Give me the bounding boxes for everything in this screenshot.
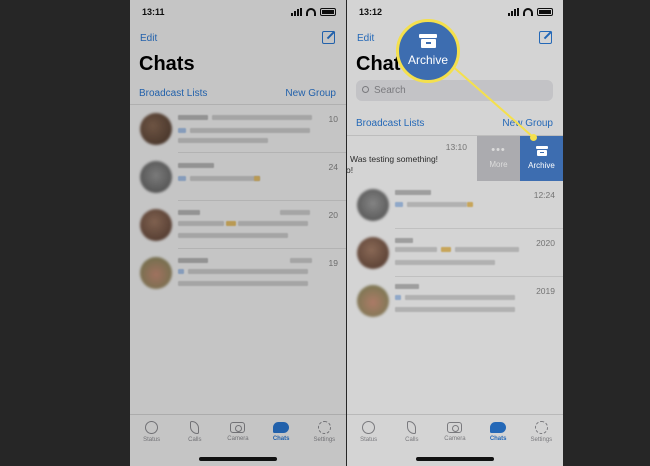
gear-icon [317,421,331,434]
page-title: Chats [139,53,195,75]
phone-icon [190,421,200,434]
avatar [140,161,172,193]
tab-status[interactable]: Status [132,415,172,466]
status-icon [362,421,376,434]
chat-row-swiped[interactable]: Was testing something! o! 13:10 [347,136,477,181]
wifi-icon [523,8,533,16]
avatar [357,237,389,269]
callout-pointer-dot [530,134,537,141]
chat-bubbles-icon [273,422,290,433]
status-bar: 13:11 [130,7,346,21]
status-icon [145,421,159,434]
more-button[interactable]: ••• More [477,136,520,181]
archive-button[interactable]: Archive [520,136,563,181]
chat-time: 20 [328,210,338,220]
chat-preview-tail: o! [347,165,354,175]
chat-time: 2020 [536,238,555,248]
edit-button[interactable]: Edit [140,33,157,44]
chat-row[interactable]: 12:24 [347,181,563,229]
left-phone-screen: 13:11 Edit Chats Broadcast Lists New Gro… [130,0,346,466]
avatar [357,285,389,317]
chat-row[interactable]: 20 [130,201,346,249]
compose-icon[interactable] [322,31,335,44]
avatar [140,113,172,145]
avatar [140,257,172,289]
new-group-link[interactable]: New Group [285,88,336,99]
battery-icon [320,8,336,16]
chat-bubbles-icon [490,422,507,433]
search-placeholder: Search [374,85,406,96]
phone-icon [407,421,417,434]
camera-icon [230,422,246,433]
archive-callout: Archive [396,19,460,83]
home-indicator [199,457,277,461]
tab-settings[interactable]: Settings [521,415,561,466]
broadcast-lists-link[interactable]: Broadcast Lists [139,88,207,99]
battery-icon [537,8,553,16]
chat-time: 13:10 [445,142,467,152]
wifi-icon [306,8,316,16]
chat-row[interactable]: 10 [130,105,346,153]
right-phone-screen: 13:12 Edit Chats Search Broadcast Lists … [347,0,563,466]
archive-box-icon [419,34,437,48]
search-input[interactable]: Search [356,80,553,101]
tab-status[interactable]: Status [349,415,389,466]
gear-icon [534,421,548,434]
signal-icon [508,8,519,16]
home-indicator [416,457,494,461]
chat-time: 10 [328,114,338,124]
chat-time: 19 [328,258,338,268]
chat-preview: Was testing something! [350,154,439,164]
ellipsis-icon: ••• [491,144,506,156]
search-icon [362,86,369,93]
callout-label: Archive [407,53,448,67]
chat-row[interactable]: 19 [130,249,346,297]
status-time: 13:11 [142,7,165,17]
chat-row[interactable]: 2020 [347,229,563,277]
edit-button[interactable]: Edit [357,33,374,44]
chat-row[interactable]: 2019 [347,277,563,325]
compose-icon[interactable] [539,31,552,44]
avatar [140,209,172,241]
status-time: 13:12 [359,7,383,17]
chat-time: 2019 [536,286,555,296]
broadcast-lists-link[interactable]: Broadcast Lists [356,118,424,129]
tab-settings[interactable]: Settings [304,415,344,466]
signal-icon [291,8,302,16]
archive-box-icon [535,146,548,156]
camera-icon [447,422,463,433]
avatar [357,189,389,221]
status-bar: 13:12 [347,7,563,21]
chat-row[interactable]: 24 [130,153,346,201]
chat-time: 12:24 [533,190,555,200]
chat-time: 24 [328,162,338,172]
new-group-link[interactable]: New Group [502,118,553,129]
